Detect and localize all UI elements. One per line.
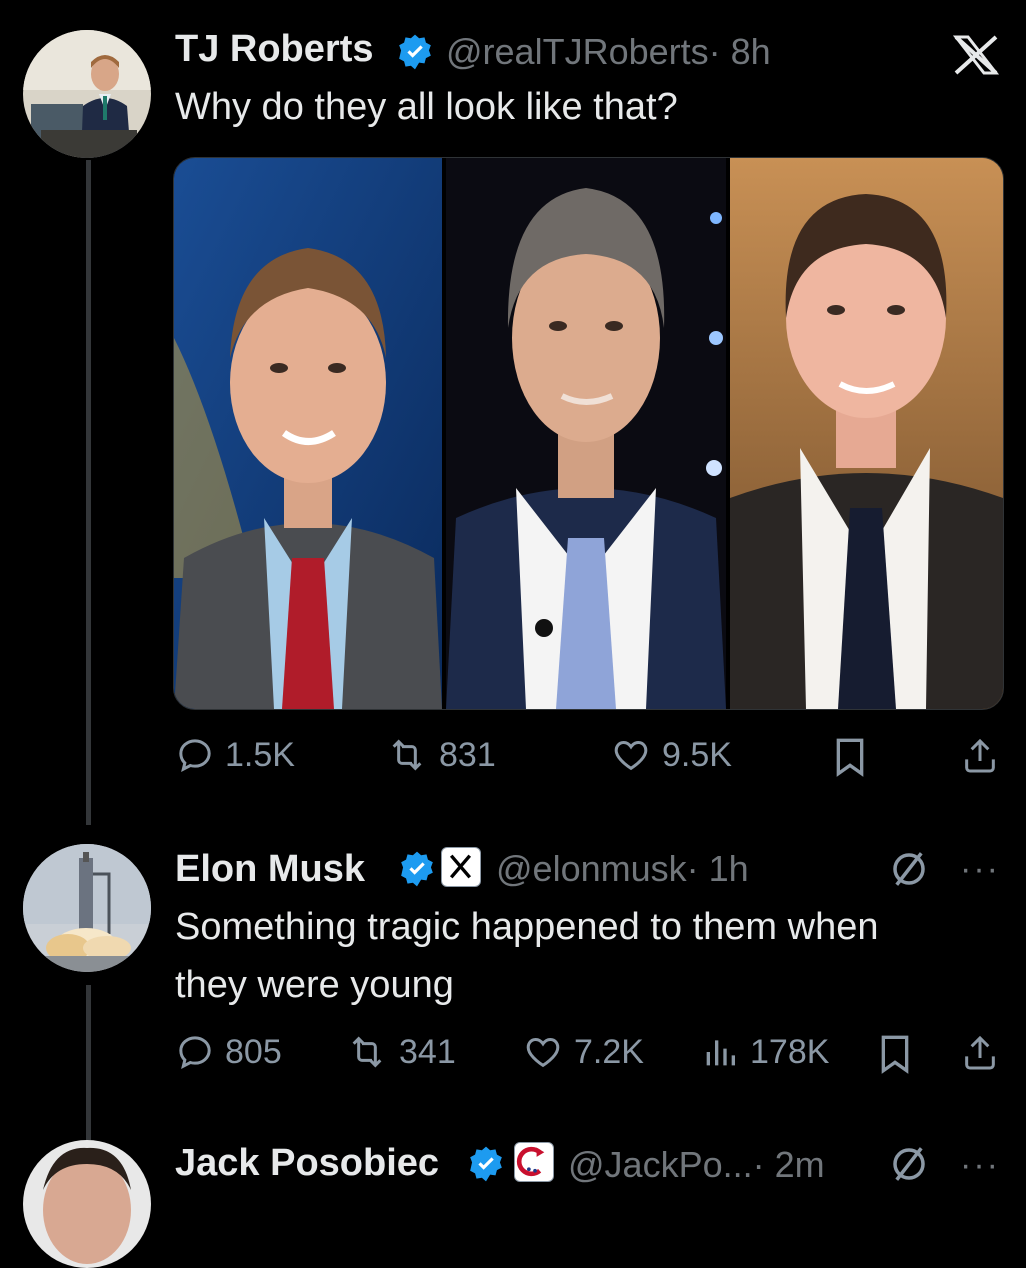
bookmark-button[interactable] [832,737,868,777]
views-chart-icon [706,1040,735,1066]
more-options-icon[interactable]: ··· [960,850,1000,889]
thread-line [86,160,91,825]
thread-line [86,985,91,1140]
like-button[interactable]: 9.5K [610,735,732,775]
timestamp: · 8h [708,31,771,72]
tweet-media-image[interactable] [173,157,1004,710]
bookmark-icon [836,738,864,777]
share-button[interactable] [960,1032,1000,1074]
repost-icon [392,739,422,771]
photo-panel-right [730,158,1003,709]
author-handle[interactable]: @JackPo...· 2m [568,1144,825,1186]
bookmark-icon [881,1035,909,1074]
author-name[interactable]: Elon Musk [175,848,365,891]
affiliation-badge-icon [514,1142,554,1182]
reply-button[interactable]: 805 [175,1032,282,1072]
views-count: 178K [750,1032,830,1071]
share-icon [965,1035,995,1070]
x-affiliation-badge-icon [441,847,481,887]
reply-count: 1.5K [225,735,295,774]
x-logo-icon [952,35,1000,75]
author-name[interactable]: Jack Posobiec [175,1142,439,1185]
avatar-elon-musk[interactable] [23,844,151,972]
avatar-jack-posobiec[interactable] [23,1140,151,1268]
tweet-text: Why do they all look like that? [175,86,678,128]
share-icon [965,738,995,773]
grok-icon[interactable] [888,1143,930,1185]
more-options-icon[interactable]: ··· [960,1146,1000,1185]
like-count: 7.2K [574,1032,644,1071]
verified-badge-icon [399,34,431,70]
reply-icon [179,739,211,773]
heart-icon [526,1037,560,1068]
verified-badge-icon [401,851,433,887]
share-button[interactable] [960,735,1000,777]
heart-icon [614,740,648,771]
grok-icon[interactable] [888,848,930,890]
repost-count: 831 [439,735,496,774]
reply-count: 805 [225,1032,282,1071]
reply-icon [179,1036,211,1070]
author-handle[interactable]: @elonmusk· 1h [496,848,749,890]
avatar-tj-roberts[interactable] [23,30,151,158]
views-button[interactable]: 178K [700,1032,829,1072]
author-name[interactable]: TJ Roberts [175,28,373,71]
timestamp: · 1h [686,848,749,889]
repost-count: 341 [399,1032,456,1071]
verified-badge-icon [470,1146,502,1182]
like-count: 9.5K [662,735,732,774]
repost-icon [352,1036,382,1068]
bookmark-button[interactable] [878,1034,912,1074]
photo-panel-left [174,158,442,709]
like-button[interactable]: 7.2K [522,1032,644,1072]
author-handle[interactable]: @realTJRoberts· 8h [446,31,771,73]
tweet-text: Something tragic happened to them when t… [175,906,879,1006]
timestamp: · 2m [752,1144,825,1185]
repost-button[interactable]: 341 [345,1032,456,1072]
reply-button[interactable]: 1.5K [175,735,295,775]
photo-panel-middle [446,158,726,709]
repost-button[interactable]: 831 [385,735,496,775]
